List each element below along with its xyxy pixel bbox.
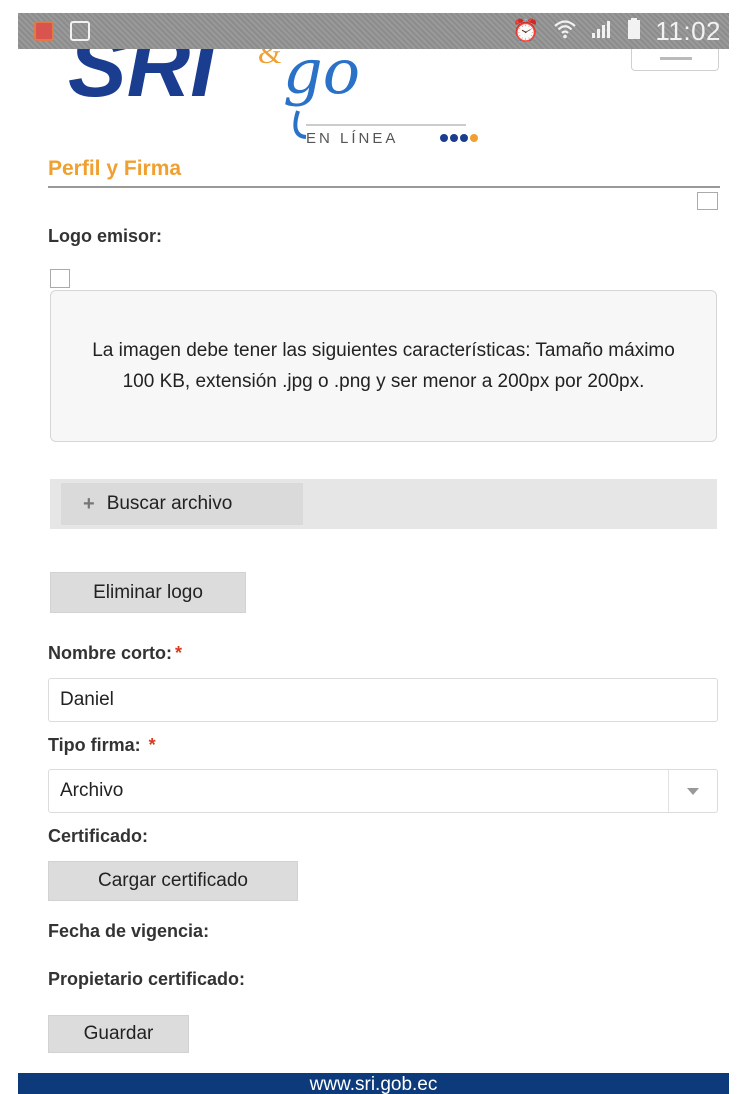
load-certificate-button[interactable]: Cargar certificado: [48, 861, 298, 901]
delete-logo-button[interactable]: Eliminar logo: [50, 572, 246, 613]
logo-swash: [293, 110, 307, 139]
signal-icon: [591, 19, 613, 43]
certificate-label: Certificado:: [48, 826, 149, 846]
chevron-down-icon: [687, 788, 699, 795]
select-divider: [668, 770, 669, 812]
sign-type-label: Tipo firma: *: [48, 735, 156, 756]
save-button[interactable]: Guardar: [48, 1015, 189, 1053]
logo-text-sub: EN LÍNEA: [306, 130, 398, 145]
menu-toggle-button[interactable]: [631, 49, 719, 71]
section-divider: [48, 186, 720, 188]
validity-date-label: Fecha de vigencia:: [48, 921, 210, 941]
header: SRI & go EN LÍNEA: [18, 49, 729, 145]
search-file-button[interactable]: + Buscar archivo: [61, 483, 303, 525]
hamburger-icon: [660, 57, 692, 60]
sri-logo[interactable]: SRI & go EN LÍNEA: [68, 49, 498, 145]
short-name-value: Daniel: [60, 689, 114, 710]
notes-app-icon: [34, 21, 54, 41]
alarm-icon: ⏰: [511, 18, 540, 43]
logo-text-main: SRI: [68, 49, 216, 115]
section-title: Perfil y Firma: [48, 157, 182, 180]
certificate-owner-label: Propietario certificado:: [48, 969, 246, 989]
footer-url-link[interactable]: www.sri.gob.ec: [310, 1074, 438, 1094]
status-bar-right: ⏰ 11:02: [512, 16, 721, 47]
required-marker: *: [148, 735, 156, 755]
image-requirements-text: La imagen debe tener las siguientes cara…: [92, 340, 675, 392]
battery-icon: [627, 18, 641, 44]
footer: www.sri.gob.ec: [18, 1073, 729, 1094]
image-requirements-box: La imagen debe tener las siguientes cara…: [50, 290, 717, 442]
gallery-icon: [70, 21, 90, 41]
search-file-label: Buscar archivo: [106, 493, 233, 514]
profile-signature-form: Perfil y Firma Logo emisor: La imagen de…: [18, 145, 729, 1073]
section-checkbox[interactable]: [697, 192, 718, 210]
logo-text-amp: &: [258, 49, 281, 70]
upload-bar: + Buscar archivo: [50, 479, 717, 529]
status-bar-left: [34, 21, 90, 41]
logo-dot-2: [450, 134, 458, 142]
sign-type-value: Archivo: [60, 780, 124, 801]
sign-type-select[interactable]: Archivo: [48, 769, 718, 813]
logo-label: Logo emisor:: [48, 226, 163, 246]
short-name-label-text: Nombre corto:: [48, 643, 173, 663]
status-bar: ⏰ 11:02: [18, 13, 729, 49]
logo-checkbox[interactable]: [50, 269, 70, 288]
logo-dot-4: [470, 134, 478, 142]
status-time: 11:02: [655, 15, 721, 46]
sign-type-label-text: Tipo firma:: [48, 735, 141, 755]
logo-text-script: go: [283, 49, 360, 108]
wifi-icon: [553, 19, 577, 43]
short-name-label: Nombre corto: *: [48, 643, 182, 664]
short-name-input[interactable]: Daniel: [48, 678, 718, 722]
required-marker: *: [175, 643, 183, 663]
logo-dot-1: [440, 134, 448, 142]
logo-dot-3: [460, 134, 468, 142]
plus-icon: +: [83, 493, 95, 515]
